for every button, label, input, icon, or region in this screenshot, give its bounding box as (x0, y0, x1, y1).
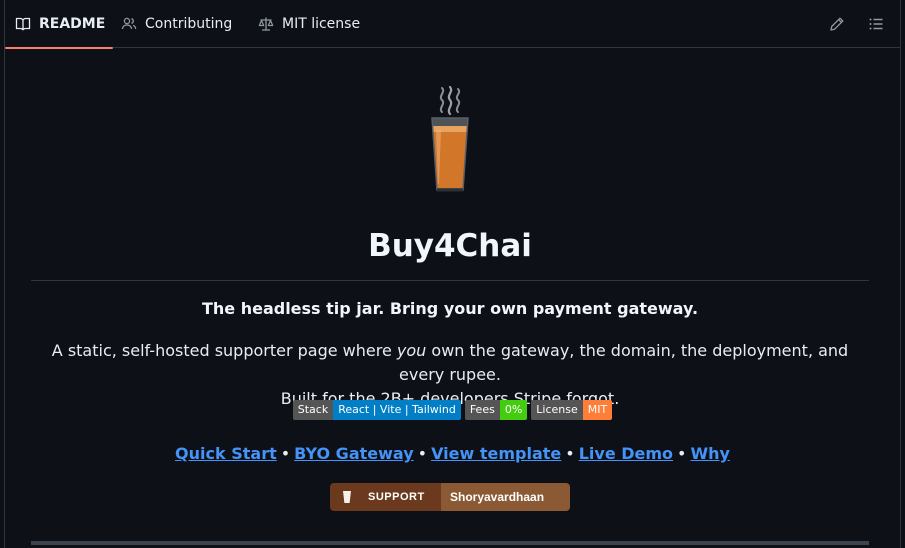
link-separator: • (417, 444, 428, 463)
support-badge-label: SUPPORT (368, 491, 425, 503)
chai-glass-logo (431, 85, 469, 192)
pencil-icon (830, 17, 844, 31)
readme-panel: README Contributing MIT license Buy4Chai… (4, 0, 901, 548)
people-icon (121, 17, 137, 30)
readme-title: Buy4Chai (368, 228, 532, 264)
badge-fees-label: Fees (464, 400, 500, 420)
support-badge-name: Shoryavardhaan (441, 483, 570, 511)
link-why[interactable]: Why (690, 444, 729, 463)
book-icon (15, 17, 31, 31)
section-divider (31, 541, 869, 545)
title-divider (31, 280, 869, 281)
badge-fees-value: 0% (499, 400, 528, 420)
link-view-template[interactable]: View template (431, 444, 561, 463)
link-byo-gateway[interactable]: BYO Gateway (294, 444, 413, 463)
tab-readme-label: README (39, 16, 106, 32)
link-separator: • (565, 444, 575, 463)
desc-part2: own the gateway, the domain, the deploym… (399, 341, 849, 384)
tab-contributing[interactable]: Contributing (121, 0, 232, 48)
outline-button[interactable] (866, 14, 886, 34)
list-unordered-icon (869, 18, 883, 30)
link-separator: • (280, 444, 291, 463)
link-live-demo[interactable]: Live Demo (579, 444, 673, 463)
law-icon (258, 17, 274, 31)
support-badge-left: SUPPORT (330, 483, 441, 511)
edit-readme-button[interactable] (827, 14, 847, 34)
badge-row: Stack React | Vite | Tailwind Fees 0% Li… (5, 400, 900, 420)
readme-tabbar: README Contributing MIT license (4, 0, 900, 49)
link-separator: • (677, 444, 687, 463)
badge-stack-value: React | Vite | Tailwind (333, 400, 461, 420)
desc-emphasis: you (396, 341, 427, 360)
badge-stack: Stack React | Vite | Tailwind (292, 400, 461, 420)
tab-license[interactable]: MIT license (258, 0, 360, 48)
desc-part1: A static, self-hosted supporter page whe… (51, 341, 397, 360)
nav-links: Quick Start • BYO Gateway • View template • Li… (5, 444, 900, 463)
tab-contributing-label: Contributing (145, 16, 233, 32)
tab-readme[interactable]: README (4, 0, 114, 49)
badge-license-label: License (531, 400, 583, 420)
badge-license: License MIT (531, 400, 613, 420)
chai-cup-icon (343, 491, 351, 503)
readme-tagline: The headless tip jar. Bring your own pay… (201, 299, 699, 318)
link-quick-start[interactable]: Quick Start (175, 444, 277, 463)
tab-license-label: MIT license (282, 16, 361, 32)
badge-license-value: MIT (582, 400, 613, 420)
support-badge[interactable]: SUPPORT Shoryavardhaan (330, 483, 570, 511)
badge-fees: Fees 0% (464, 400, 528, 420)
badge-stack-label: Stack (292, 400, 334, 420)
